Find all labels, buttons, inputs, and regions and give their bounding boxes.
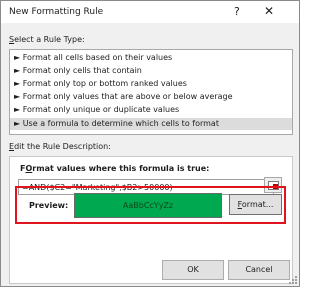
arrow-right-icon: ► [14, 92, 21, 101]
formula-heading: FOrmat values where this formula is true… [20, 164, 210, 173]
arrow-right-icon: ► [14, 66, 21, 75]
rule-type-item[interactable]: ► Format only top or bottom ranked value… [10, 78, 292, 90]
rule-type-item[interactable]: ► Format only values that are above or b… [10, 91, 292, 103]
ok-button[interactable]: OK [162, 260, 224, 280]
preview-swatch: AaBbCcYyZz [74, 193, 222, 218]
dialog-title: New Formatting Rule [9, 7, 104, 17]
rule-type-list[interactable]: ► Format all cells based on their values… [9, 49, 293, 135]
arrow-right-icon: ► [14, 119, 21, 128]
arrow-right-icon: ► [14, 79, 21, 88]
rule-description-label: Edit the Rule Description: [9, 142, 111, 151]
rule-description-panel: FOrmat values where this formula is true… [9, 156, 293, 284]
rule-type-item[interactable]: ► Format all cells based on their values [10, 52, 292, 64]
cancel-button[interactable]: Cancel [228, 260, 290, 280]
arrow-right-icon: ► [14, 105, 21, 114]
rule-type-item[interactable]: ► Format only cells that contain [10, 65, 292, 77]
rule-type-item-selected[interactable]: ► Use a formula to determine which cells… [10, 118, 292, 130]
help-button[interactable]: ? [234, 5, 240, 18]
title-bar[interactable]: New Formatting Rule ? ✕ [1, 1, 299, 23]
preview-highlight-box: Preview: AaBbCcYyZz Format... [15, 186, 286, 224]
close-button[interactable]: ✕ [264, 4, 274, 18]
new-formatting-rule-dialog: New Formatting Rule ? ✕ Select a Rule Ty… [0, 0, 300, 287]
format-button[interactable]: Format... [229, 194, 282, 215]
resize-grip-icon[interactable] [288, 275, 298, 285]
preview-label: Preview: [29, 201, 69, 210]
rule-type-item[interactable]: ► Format only unique or duplicate values [10, 104, 292, 116]
arrow-right-icon: ► [14, 53, 21, 62]
rule-type-label: Select a Rule Type: [9, 35, 85, 44]
